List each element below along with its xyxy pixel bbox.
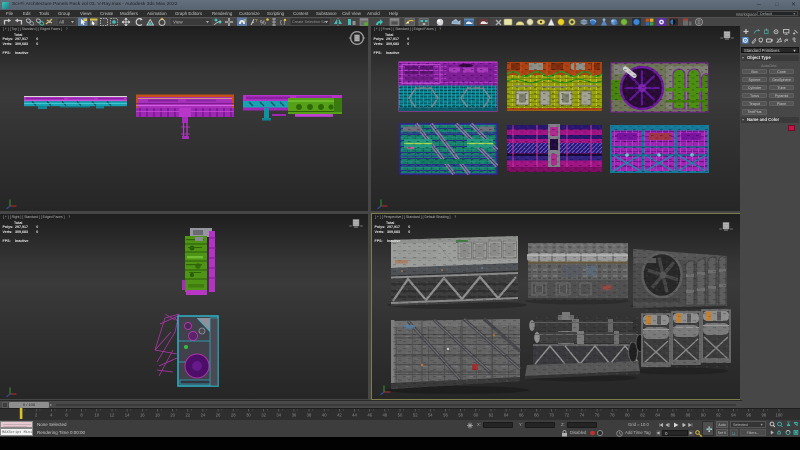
svg-text:60: 60: [473, 413, 478, 418]
svg-text:90: 90: [701, 413, 706, 418]
svg-text:56: 56: [443, 413, 448, 418]
svg-text:96: 96: [746, 413, 751, 418]
svg-text:30: 30: [246, 413, 251, 418]
svg-text:40: 40: [322, 413, 327, 418]
svg-text:24: 24: [201, 413, 206, 418]
svg-text:86: 86: [671, 413, 676, 418]
svg-text:46: 46: [367, 413, 372, 418]
svg-text:18: 18: [155, 413, 160, 418]
svg-text:80: 80: [625, 413, 630, 418]
svg-text:36: 36: [292, 413, 297, 418]
svg-text:48: 48: [382, 413, 387, 418]
svg-text:View: View: [173, 19, 183, 24]
svg-text:44: 44: [352, 413, 357, 418]
svg-text:94: 94: [731, 413, 736, 418]
svg-text:28: 28: [231, 413, 236, 418]
svg-text:70: 70: [549, 413, 554, 418]
svg-text:64: 64: [504, 413, 509, 418]
svg-text:54: 54: [428, 413, 433, 418]
svg-text:50: 50: [398, 413, 403, 418]
svg-text:52: 52: [413, 413, 418, 418]
svg-text:14: 14: [125, 413, 130, 418]
svg-text:38: 38: [307, 413, 312, 418]
svg-text:%: %: [260, 19, 266, 26]
svg-text:58: 58: [458, 413, 463, 418]
svg-text:98: 98: [761, 413, 766, 418]
svg-text:42: 42: [337, 413, 342, 418]
svg-text:74: 74: [580, 413, 585, 418]
svg-text:62: 62: [489, 413, 494, 418]
svg-text:76: 76: [595, 413, 600, 418]
svg-text:16: 16: [140, 413, 145, 418]
svg-text:26: 26: [216, 413, 221, 418]
svg-text:88: 88: [686, 413, 691, 418]
svg-text:78: 78: [610, 413, 615, 418]
svg-text:10: 10: [94, 413, 99, 418]
svg-text:72: 72: [564, 413, 569, 418]
svg-text:68: 68: [534, 413, 539, 418]
svg-text:84: 84: [655, 413, 660, 418]
svg-text:All: All: [59, 19, 64, 24]
svg-text:20: 20: [170, 413, 175, 418]
svg-text:12: 12: [110, 413, 115, 418]
svg-text:22: 22: [185, 413, 190, 418]
svg-text:100: 100: [776, 413, 784, 418]
svg-text:34: 34: [276, 413, 281, 418]
svg-text:Create Selection Set: Create Selection Set: [292, 20, 328, 24]
svg-text:66: 66: [519, 413, 524, 418]
svg-text:92: 92: [716, 413, 721, 418]
svg-text:82: 82: [640, 413, 645, 418]
svg-text:32: 32: [261, 413, 266, 418]
